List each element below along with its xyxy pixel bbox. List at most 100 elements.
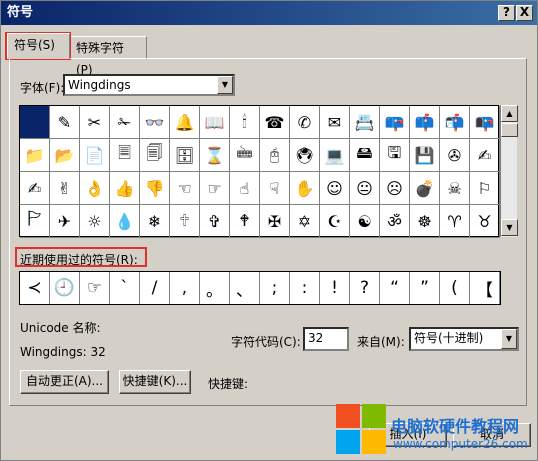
symbol-cell[interactable]: ✠ xyxy=(260,205,290,238)
recent-symbol-cell[interactable]: ? xyxy=(350,272,380,304)
recent-symbol-cell[interactable]: 【 xyxy=(470,272,500,304)
symbol-cell[interactable]: 📭 xyxy=(470,106,500,139)
symbol-cell[interactable]: ॐ xyxy=(380,205,410,238)
symbol-cell[interactable]: ✉ xyxy=(320,106,350,139)
symbol-cell[interactable]: ✡ xyxy=(290,205,320,238)
symbol-cell[interactable]: ✁ xyxy=(110,106,140,139)
symbol-cell[interactable]: ⌛ xyxy=(200,139,230,172)
recent-symbol-cell[interactable]: ( xyxy=(440,272,470,304)
symbol-cell[interactable]: ✍ xyxy=(470,139,500,172)
scroll-thumb[interactable] xyxy=(501,123,518,137)
recent-symbol-cell[interactable]: 、 xyxy=(230,272,260,304)
symbol-cell[interactable]: ⚐ xyxy=(470,172,500,205)
symbol-cell-selected[interactable] xyxy=(20,106,50,139)
symbol-cell[interactable]: ✆ xyxy=(290,106,320,139)
tab-special-characters[interactable]: 特殊字符(P) xyxy=(69,36,147,77)
symbol-cell[interactable]: 💧 xyxy=(110,205,140,238)
autocorrect-button[interactable]: 自动更正(A)... xyxy=(20,370,109,394)
symbol-cell[interactable]: 🖲 xyxy=(290,139,320,172)
chevron-down-icon[interactable]: ▼ xyxy=(217,76,233,94)
symbol-cell[interactable]: 🖰 xyxy=(260,139,290,172)
symbol-cell[interactable]: 👍 xyxy=(110,172,140,205)
symbol-cell[interactable]: ☸ xyxy=(410,205,440,238)
unicode-name-label: Unicode 名称: xyxy=(20,321,101,335)
symbol-cell[interactable]: 📄 xyxy=(80,139,110,172)
symbol-cell[interactable]: 🖫 xyxy=(380,139,410,172)
recent-symbol-cell[interactable]: : xyxy=(290,272,320,304)
symbol-cell[interactable]: 🗏 xyxy=(110,139,140,172)
symbol-cell[interactable]: 📪 xyxy=(380,106,410,139)
recent-symbol-cell[interactable]: / xyxy=(140,272,170,304)
symbol-cell[interactable]: ☝ xyxy=(230,172,260,205)
symbol-cell[interactable]: 📁 xyxy=(20,139,50,172)
symbol-cell[interactable]: 🗄 xyxy=(170,139,200,172)
charcode-input[interactable]: 32 xyxy=(303,327,349,351)
recent-symbol-cell[interactable]: ☞ xyxy=(80,272,110,304)
symbol-cell[interactable]: 📖 xyxy=(200,106,230,139)
symbol-cell[interactable]: ✞ xyxy=(200,205,230,238)
symbol-cell[interactable]: 👎 xyxy=(140,172,170,205)
symbol-cell[interactable]: ☼ xyxy=(80,205,110,238)
scroll-down-icon[interactable]: ▼ xyxy=(501,219,518,236)
chevron-down-icon[interactable]: ▼ xyxy=(501,329,517,349)
recent-symbol-cell[interactable]: ` xyxy=(110,272,140,304)
symbol-cell[interactable]: 💣 xyxy=(410,172,440,205)
symbol-cell[interactable]: ♈ xyxy=(440,205,470,238)
symbol-cell[interactable]: ☪ xyxy=(320,205,350,238)
symbol-cell[interactable]: 📬 xyxy=(440,106,470,139)
recent-symbol-cell[interactable]: ! xyxy=(320,272,350,304)
symbol-cell[interactable]: 🖴 xyxy=(350,139,380,172)
dialog-title: 符号 xyxy=(7,5,34,20)
symbol-cell[interactable]: ✈ xyxy=(50,205,80,238)
font-code-text: Wingdings: 32 xyxy=(20,345,106,359)
symbol-cell[interactable]: ✎ xyxy=(50,106,80,139)
recent-symbol-cell[interactable]: ; xyxy=(260,272,290,304)
from-combo[interactable]: 符号(十进制) ▼ xyxy=(409,327,519,351)
close-button[interactable]: X xyxy=(516,5,533,21)
symbol-cell[interactable]: ☺ xyxy=(320,172,350,205)
title-bar: 符号 xyxy=(1,1,537,25)
recent-symbol-cell[interactable]: , xyxy=(170,272,200,304)
recent-symbol-cell[interactable]: 🕘 xyxy=(50,272,80,304)
help-button[interactable]: ? xyxy=(498,5,515,21)
symbol-cell[interactable]: ☜ xyxy=(170,172,200,205)
recent-symbol-cell[interactable]: 。 xyxy=(200,272,230,304)
symbol-cell[interactable]: 😐 xyxy=(350,172,380,205)
symbol-cell[interactable]: ✇ xyxy=(440,139,470,172)
symbol-cell[interactable]: ✌ xyxy=(50,172,80,205)
symbol-cell[interactable]: 🕆 xyxy=(170,205,200,238)
symbol-cell[interactable]: 📫 xyxy=(410,106,440,139)
symbol-cell[interactable]: ☞ xyxy=(200,172,230,205)
symbol-cell[interactable]: ♉ xyxy=(470,205,500,238)
symbol-cell[interactable]: 🕯 xyxy=(230,106,260,139)
symbol-cell[interactable]: ✂ xyxy=(80,106,110,139)
symbol-cell[interactable]: 📇 xyxy=(350,106,380,139)
symbol-cell[interactable]: 📂 xyxy=(50,139,80,172)
symbol-cell[interactable]: ☯ xyxy=(350,205,380,238)
shortcut-key-button[interactable]: 快捷键(K)... xyxy=(119,370,191,394)
symbol-cell[interactable]: 🗐 xyxy=(140,139,170,172)
recent-symbol-cell[interactable]: ≺ xyxy=(20,272,50,304)
symbol-cell[interactable]: 🏱 xyxy=(20,205,50,238)
tab-symbols[interactable]: 符号(S) xyxy=(7,33,70,59)
symbol-cell[interactable]: 👌 xyxy=(80,172,110,205)
symbol-cell[interactable]: ☟ xyxy=(260,172,290,205)
symbol-cell[interactable]: 🖮 xyxy=(230,139,260,172)
symbol-cell[interactable]: ❄ xyxy=(140,205,170,238)
symbol-cell[interactable]: ☠ xyxy=(440,172,470,205)
symbol-cell[interactable]: ✋ xyxy=(290,172,320,205)
symbol-cell[interactable]: ☹ xyxy=(380,172,410,205)
symbol-cell[interactable]: 💾 xyxy=(410,139,440,172)
symbol-cell[interactable]: ✍ xyxy=(20,172,50,205)
recent-symbol-cell[interactable]: ” xyxy=(410,272,440,304)
symbol-cell[interactable]: 🕈 xyxy=(230,205,260,238)
scroll-up-icon[interactable]: ▲ xyxy=(501,105,518,122)
symbol-cell[interactable]: 💻 xyxy=(320,139,350,172)
watermark-url: www.computer26.com xyxy=(393,437,528,451)
symbol-cell[interactable]: 👓 xyxy=(140,106,170,139)
grid-scrollbar[interactable]: ▲ ▼ xyxy=(500,105,518,237)
recent-symbol-cell[interactable]: “ xyxy=(380,272,410,304)
symbol-cell[interactable]: 🔔 xyxy=(170,106,200,139)
font-combo[interactable]: Wingdings ▼ xyxy=(63,74,235,96)
symbol-cell[interactable]: ☎ xyxy=(260,106,290,139)
